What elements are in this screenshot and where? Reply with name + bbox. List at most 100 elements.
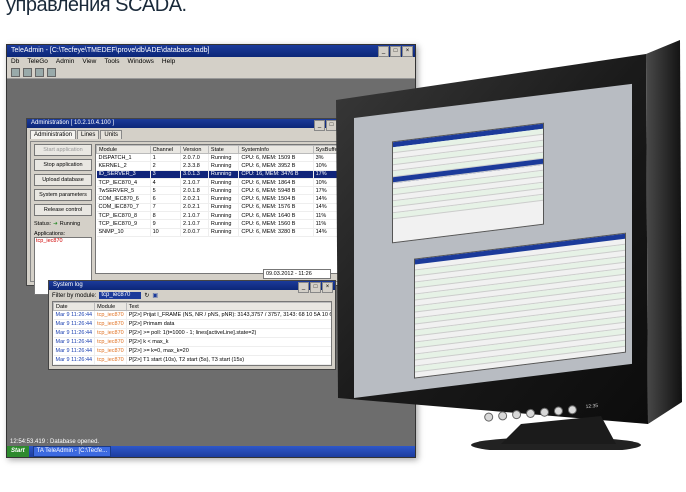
monitor-button[interactable] bbox=[553, 406, 564, 416]
menu-telego[interactable]: TeleGo bbox=[27, 57, 48, 67]
col-systeminfo[interactable]: SystemInfo bbox=[238, 145, 314, 154]
save-icon[interactable] bbox=[23, 68, 32, 77]
table-cell: 2.0.0.7 bbox=[180, 228, 209, 237]
log-row[interactable]: Mar 9 11:26:44 tcp_iec870 P[2>] T1 start (… bbox=[53, 355, 331, 365]
table-row[interactable]: COM_IEC870_7 7 2.0.2.1 Running CPU: 6, MEM: … bbox=[96, 203, 348, 213]
table-cell: Running bbox=[208, 219, 240, 229]
menu-admin[interactable]: Admin bbox=[56, 57, 74, 67]
table-cell: CPU: 6, MEM: 1504 B bbox=[238, 194, 314, 204]
monitor-button[interactable] bbox=[539, 407, 550, 418]
table-cell: 2.1.0.7 bbox=[180, 219, 209, 229]
col-module[interactable]: Module bbox=[96, 145, 151, 154]
admin-window: Administration [ 10.2.10.4.100 ] _ □ × A… bbox=[26, 118, 352, 295]
check-icon[interactable] bbox=[35, 68, 44, 77]
log-cell: tcp_iec870 bbox=[94, 310, 127, 320]
table-cell: CPU: 6, MEM: 1560 B bbox=[238, 219, 314, 229]
menu-help[interactable]: Help bbox=[162, 57, 175, 67]
col-channel[interactable]: Channel bbox=[149, 145, 182, 154]
col-state[interactable]: State bbox=[207, 145, 240, 154]
table-row[interactable]: ID_SERVER_3 3 3.0.1.3 Running CPU: 16, MEM: … bbox=[96, 170, 348, 179]
table-cell: ID_SERVER_3 bbox=[96, 170, 151, 179]
table-cell: CPU: 6, MEM: 3280 B bbox=[238, 228, 314, 237]
table-row[interactable]: TCP_IEC870_4 4 2.1.0.7 Running CPU: 6, MEM: … bbox=[96, 178, 348, 188]
syslog-titlebar: System log _ □ × bbox=[49, 281, 335, 293]
table-cell: 3 bbox=[150, 170, 182, 179]
menu-view[interactable]: View bbox=[82, 57, 96, 67]
menu-db[interactable]: Db bbox=[11, 57, 19, 67]
open-icon[interactable] bbox=[11, 68, 20, 77]
table-row[interactable]: KERNEL_2 2 2.3.3.8 Running CPU: 6, MEM: 3952… bbox=[96, 161, 348, 171]
table-cell: 2 bbox=[150, 161, 182, 171]
log-cell: tcp_iec870 bbox=[94, 355, 127, 365]
cut-icon[interactable] bbox=[47, 68, 56, 77]
table-row[interactable]: TCP_IEC870_9 9 2.1.0.7 Running CPU: 6, MEM: … bbox=[96, 219, 348, 229]
col-date[interactable]: Date bbox=[53, 302, 96, 311]
log-row[interactable]: Mar 9 11:26:44 tcp_iec870 P[2>] >= k=0, ma… bbox=[53, 346, 331, 356]
log-row[interactable]: Mar 9 11:26:44 tcp_iec870 P[2>] Prijat I_F… bbox=[53, 310, 331, 320]
table-cell: 2.0.7.0 bbox=[180, 153, 209, 163]
running-icon: ➜ bbox=[53, 221, 58, 227]
table-cell: 8 bbox=[150, 211, 182, 221]
table-row[interactable]: TwSERVER_5 5 2.0.1.8 Running CPU: 6, MEM: 59… bbox=[96, 186, 348, 196]
table-cell: 4 bbox=[150, 178, 182, 188]
taskbar-item[interactable]: TA TeleAdmin - [C:\Tecfe... bbox=[32, 446, 112, 457]
table-cell: 2.0.2.1 bbox=[180, 203, 209, 213]
application-item[interactable]: tcp_iec870 bbox=[35, 238, 91, 244]
start-button[interactable]: Start bbox=[7, 446, 29, 457]
refresh-icon[interactable]: ↻ bbox=[144, 292, 149, 299]
status-label: Status: bbox=[34, 221, 52, 227]
table-row[interactable]: DISPATCH_1 1 2.0.7.0 Running CPU: 6, MEM: 15… bbox=[96, 153, 348, 163]
table-row[interactable]: SNMP_10 10 2.0.0.7 Running CPU: 6, MEM: 3280… bbox=[96, 228, 348, 237]
table-cell: 2.1.0.7 bbox=[180, 211, 209, 221]
release-control-button[interactable]: Release control bbox=[34, 204, 92, 216]
upload-database-button[interactable]: Upload database bbox=[34, 174, 92, 186]
log-row[interactable]: Mar 9 11:26:44 tcp_iec870 P[2>] >= poll: 1… bbox=[53, 328, 331, 338]
table-row[interactable]: COM_IEC870_6 6 2.0.2.1 Running CPU: 6, MEM: … bbox=[96, 194, 348, 204]
log-cell: Mar 9 11:26:44 bbox=[53, 346, 96, 356]
col-text[interactable]: Text bbox=[125, 302, 331, 311]
filter-label: Filter by module: bbox=[52, 292, 97, 299]
tab-units[interactable]: Units bbox=[100, 130, 123, 139]
monitor-clock: 12:35 bbox=[585, 403, 599, 411]
log-cell: P[2>] >= poll: 1(t=1000 - 1; lines[activ… bbox=[126, 328, 331, 338]
table-cell: TwSERVER_5 bbox=[96, 186, 151, 196]
log-cell: P[2>] T1 start (10s), T2 start (5s), T3 … bbox=[126, 355, 331, 365]
tab-administration[interactable]: Administration bbox=[30, 130, 77, 139]
log-table[interactable]: Date Module Text Mar 9 11:26:44 tcp_iec87… bbox=[52, 301, 332, 366]
menu-windows[interactable]: Windows bbox=[128, 57, 154, 67]
table-cell: CPU: 16, MEM: 3476 B bbox=[238, 170, 314, 179]
table-cell: CPU: 6, MEM: 1576 B bbox=[238, 203, 314, 213]
modules-table[interactable]: Module Channel Version State SystemInfo … bbox=[95, 144, 349, 274]
power-icon[interactable] bbox=[567, 404, 578, 415]
table-cell: Running bbox=[208, 161, 240, 171]
module-filter-select[interactable]: tcp_iec870 bbox=[99, 292, 142, 299]
syslog-title: System log bbox=[53, 282, 83, 288]
start-application-button[interactable]: Start application bbox=[34, 144, 92, 156]
monitor-button[interactable] bbox=[525, 408, 536, 419]
table-cell: COM_IEC870_6 bbox=[96, 194, 151, 204]
caption: управления SCADA. bbox=[6, 0, 187, 16]
tab-lines[interactable]: Lines bbox=[77, 130, 100, 139]
save-icon[interactable]: ▣ bbox=[152, 292, 158, 299]
table-cell: Running bbox=[208, 170, 240, 179]
stop-application-button[interactable]: Stop application bbox=[34, 159, 92, 171]
menu-tools[interactable]: Tools bbox=[104, 57, 119, 67]
table-cell: 10 bbox=[150, 228, 182, 237]
table-cell: 2.3.3.8 bbox=[180, 161, 209, 171]
table-cell: CPU: 6, MEM: 1640 B bbox=[238, 211, 314, 221]
table-cell: 2.0.2.1 bbox=[180, 194, 209, 204]
minimize-icon[interactable]: _ bbox=[298, 282, 309, 293]
col-version[interactable]: Version bbox=[180, 145, 209, 154]
col-module[interactable]: Module bbox=[94, 302, 127, 311]
table-header: Date Module Text bbox=[53, 302, 331, 311]
monitor-button[interactable] bbox=[511, 409, 522, 420]
table-cell: Running bbox=[208, 211, 240, 221]
monitor-button[interactable] bbox=[483, 412, 494, 422]
system-parameters-button[interactable]: System parameters bbox=[34, 189, 92, 201]
log-row[interactable]: Mar 9 11:26:44 tcp_iec870 P[2>] Primam dat… bbox=[53, 319, 331, 329]
table-row[interactable]: TCP_IEC870_8 8 2.1.0.7 Running CPU: 6, MEM: … bbox=[96, 211, 348, 221]
monitor-button[interactable] bbox=[497, 411, 508, 421]
table-cell: 6 bbox=[150, 194, 182, 204]
log-cell: Mar 9 11:26:44 bbox=[53, 355, 96, 365]
log-row[interactable]: Mar 9 11:26:44 tcp_iec870 P[2>] k < max_k bbox=[53, 337, 331, 347]
